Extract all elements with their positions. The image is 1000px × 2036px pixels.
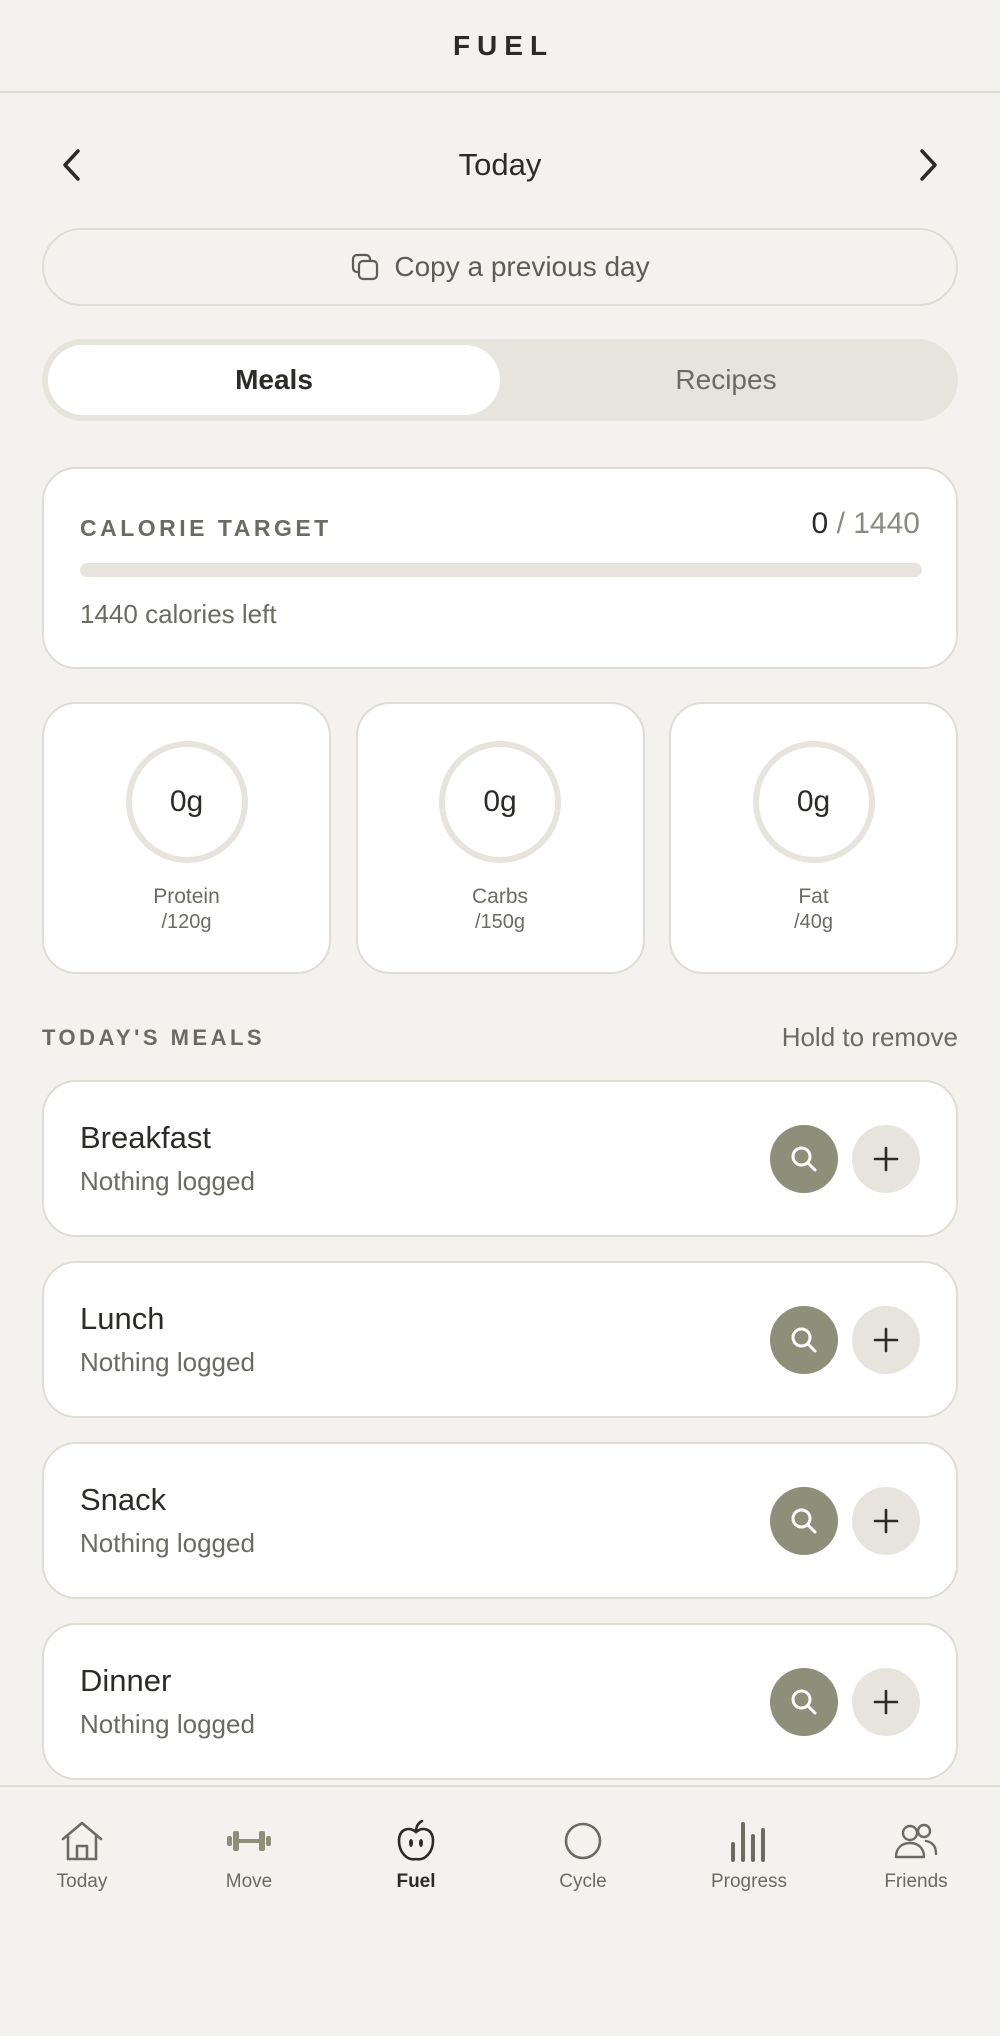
calories-left-text: 1440 calories left [80, 599, 277, 629]
macro-name: Protein [153, 885, 220, 908]
calorie-target-label: CALORIE TARGET [80, 515, 332, 541]
calories-consumed: 0 [811, 507, 829, 540]
tab-label: Move [225, 1871, 273, 1892]
search-food-button[interactable] [770, 1668, 838, 1736]
users-icon [894, 1823, 938, 1859]
tab-meals[interactable]: Meals [48, 345, 500, 415]
meal-name: Dinner [80, 1663, 172, 1698]
plus-icon [873, 1146, 899, 1172]
macro-card-carbs: 0g Carbs /150g [355, 702, 645, 974]
meal-actions [770, 1125, 920, 1193]
calorie-separator: / [836, 507, 845, 540]
tab-recipes[interactable]: Recipes [500, 345, 952, 415]
meal-actions [770, 1668, 920, 1736]
apple-icon [397, 1819, 435, 1861]
macro-ring: 0g [752, 741, 875, 863]
macro-target: /40g [794, 911, 833, 933]
tab-label: Progress [710, 1871, 788, 1892]
previous-day-button[interactable] [42, 135, 102, 195]
add-food-button[interactable] [852, 1487, 920, 1555]
bottom-tab-bar: Today Move Fuel Cycle Progress Friends [0, 1785, 1000, 2036]
tab-today[interactable]: Today [22, 1817, 142, 1907]
todays-meals-header: TODAY'S MEALS Hold to remove [42, 1022, 958, 1053]
tab-label: Friends [884, 1871, 948, 1892]
tab-label: Fuel [396, 1871, 436, 1892]
meals-recipes-toggle: Meals Recipes [42, 339, 958, 421]
meal-actions [770, 1487, 920, 1555]
calorie-target-value: 0 / 1440 [812, 507, 920, 541]
copy-previous-day-label: Copy a previous day [394, 251, 650, 282]
home-icon [61, 1821, 103, 1861]
search-icon [791, 1689, 817, 1715]
app-title: FUEL [452, 29, 555, 61]
bar-chart-icon [731, 1822, 765, 1862]
search-icon [791, 1508, 817, 1534]
tab-fuel[interactable]: Fuel [356, 1817, 476, 1907]
search-food-button[interactable] [770, 1487, 838, 1555]
macro-card-fat: 0g Fat /40g [669, 702, 958, 974]
tab-move[interactable]: Move [189, 1817, 309, 1907]
macro-card-protein: 0g Protein /120g [42, 702, 331, 974]
plus-icon [873, 1508, 899, 1534]
day-title: Today [458, 147, 542, 182]
chevron-left-icon [63, 149, 80, 181]
macro-target: /120g [161, 911, 212, 933]
meal-status: Nothing logged [80, 1709, 255, 1739]
meal-name: Breakfast [80, 1120, 211, 1155]
add-food-button[interactable] [852, 1306, 920, 1374]
tab-label: Today [56, 1871, 108, 1892]
dumbbell-icon [227, 1831, 271, 1851]
meal-status: Nothing logged [80, 1347, 255, 1377]
search-food-button[interactable] [770, 1306, 838, 1374]
calorie-progress-bar [80, 563, 922, 577]
search-food-button[interactable] [770, 1125, 838, 1193]
meal-name: Snack [80, 1482, 167, 1517]
macro-target: /150g [474, 911, 526, 933]
copy-previous-day-button[interactable]: Copy a previous day [42, 228, 958, 306]
add-food-button[interactable] [852, 1125, 920, 1193]
macro-cards: 0g Protein /120g 0g Carbs /150g 0g Fat /… [42, 702, 958, 974]
section-title: TODAY'S MEALS [42, 1024, 266, 1050]
copy-icon [352, 253, 379, 281]
day-navigation: Today [42, 135, 958, 195]
plus-icon [873, 1689, 899, 1715]
plus-icon [873, 1327, 899, 1353]
macro-ring: 0g [439, 741, 561, 863]
meal-card-breakfast[interactable]: Breakfast Nothing logged [42, 1080, 958, 1237]
meal-name: Lunch [80, 1301, 165, 1336]
tab-progress[interactable]: Progress [689, 1817, 809, 1907]
tab-cycle[interactable]: Cycle [523, 1817, 643, 1907]
next-day-button[interactable] [898, 135, 958, 195]
meal-actions [770, 1306, 920, 1374]
calorie-goal: 1440 [853, 507, 920, 540]
macro-name: Fat [798, 885, 829, 908]
hold-to-remove-hint: Hold to remove [781, 1022, 958, 1052]
meal-card-lunch[interactable]: Lunch Nothing logged [42, 1261, 958, 1418]
meal-card-dinner[interactable]: Dinner Nothing logged [42, 1623, 958, 1780]
search-icon [791, 1146, 817, 1172]
chevron-right-icon [920, 149, 937, 181]
search-icon [791, 1327, 817, 1353]
macro-name: Carbs [471, 885, 529, 908]
tab-friends[interactable]: Friends [856, 1817, 976, 1907]
add-food-button[interactable] [852, 1668, 920, 1736]
tab-label: Cycle [559, 1871, 607, 1892]
macro-ring: 0g [125, 741, 248, 863]
top-bar: FUEL [0, 0, 1000, 93]
meal-card-snack[interactable]: Snack Nothing logged [42, 1442, 958, 1599]
meal-status: Nothing logged [80, 1166, 255, 1196]
meal-status: Nothing logged [80, 1528, 255, 1558]
calorie-target-card: CALORIE TARGET 0 / 1440 1440 calories le… [42, 467, 958, 669]
circle-icon [564, 1822, 602, 1860]
